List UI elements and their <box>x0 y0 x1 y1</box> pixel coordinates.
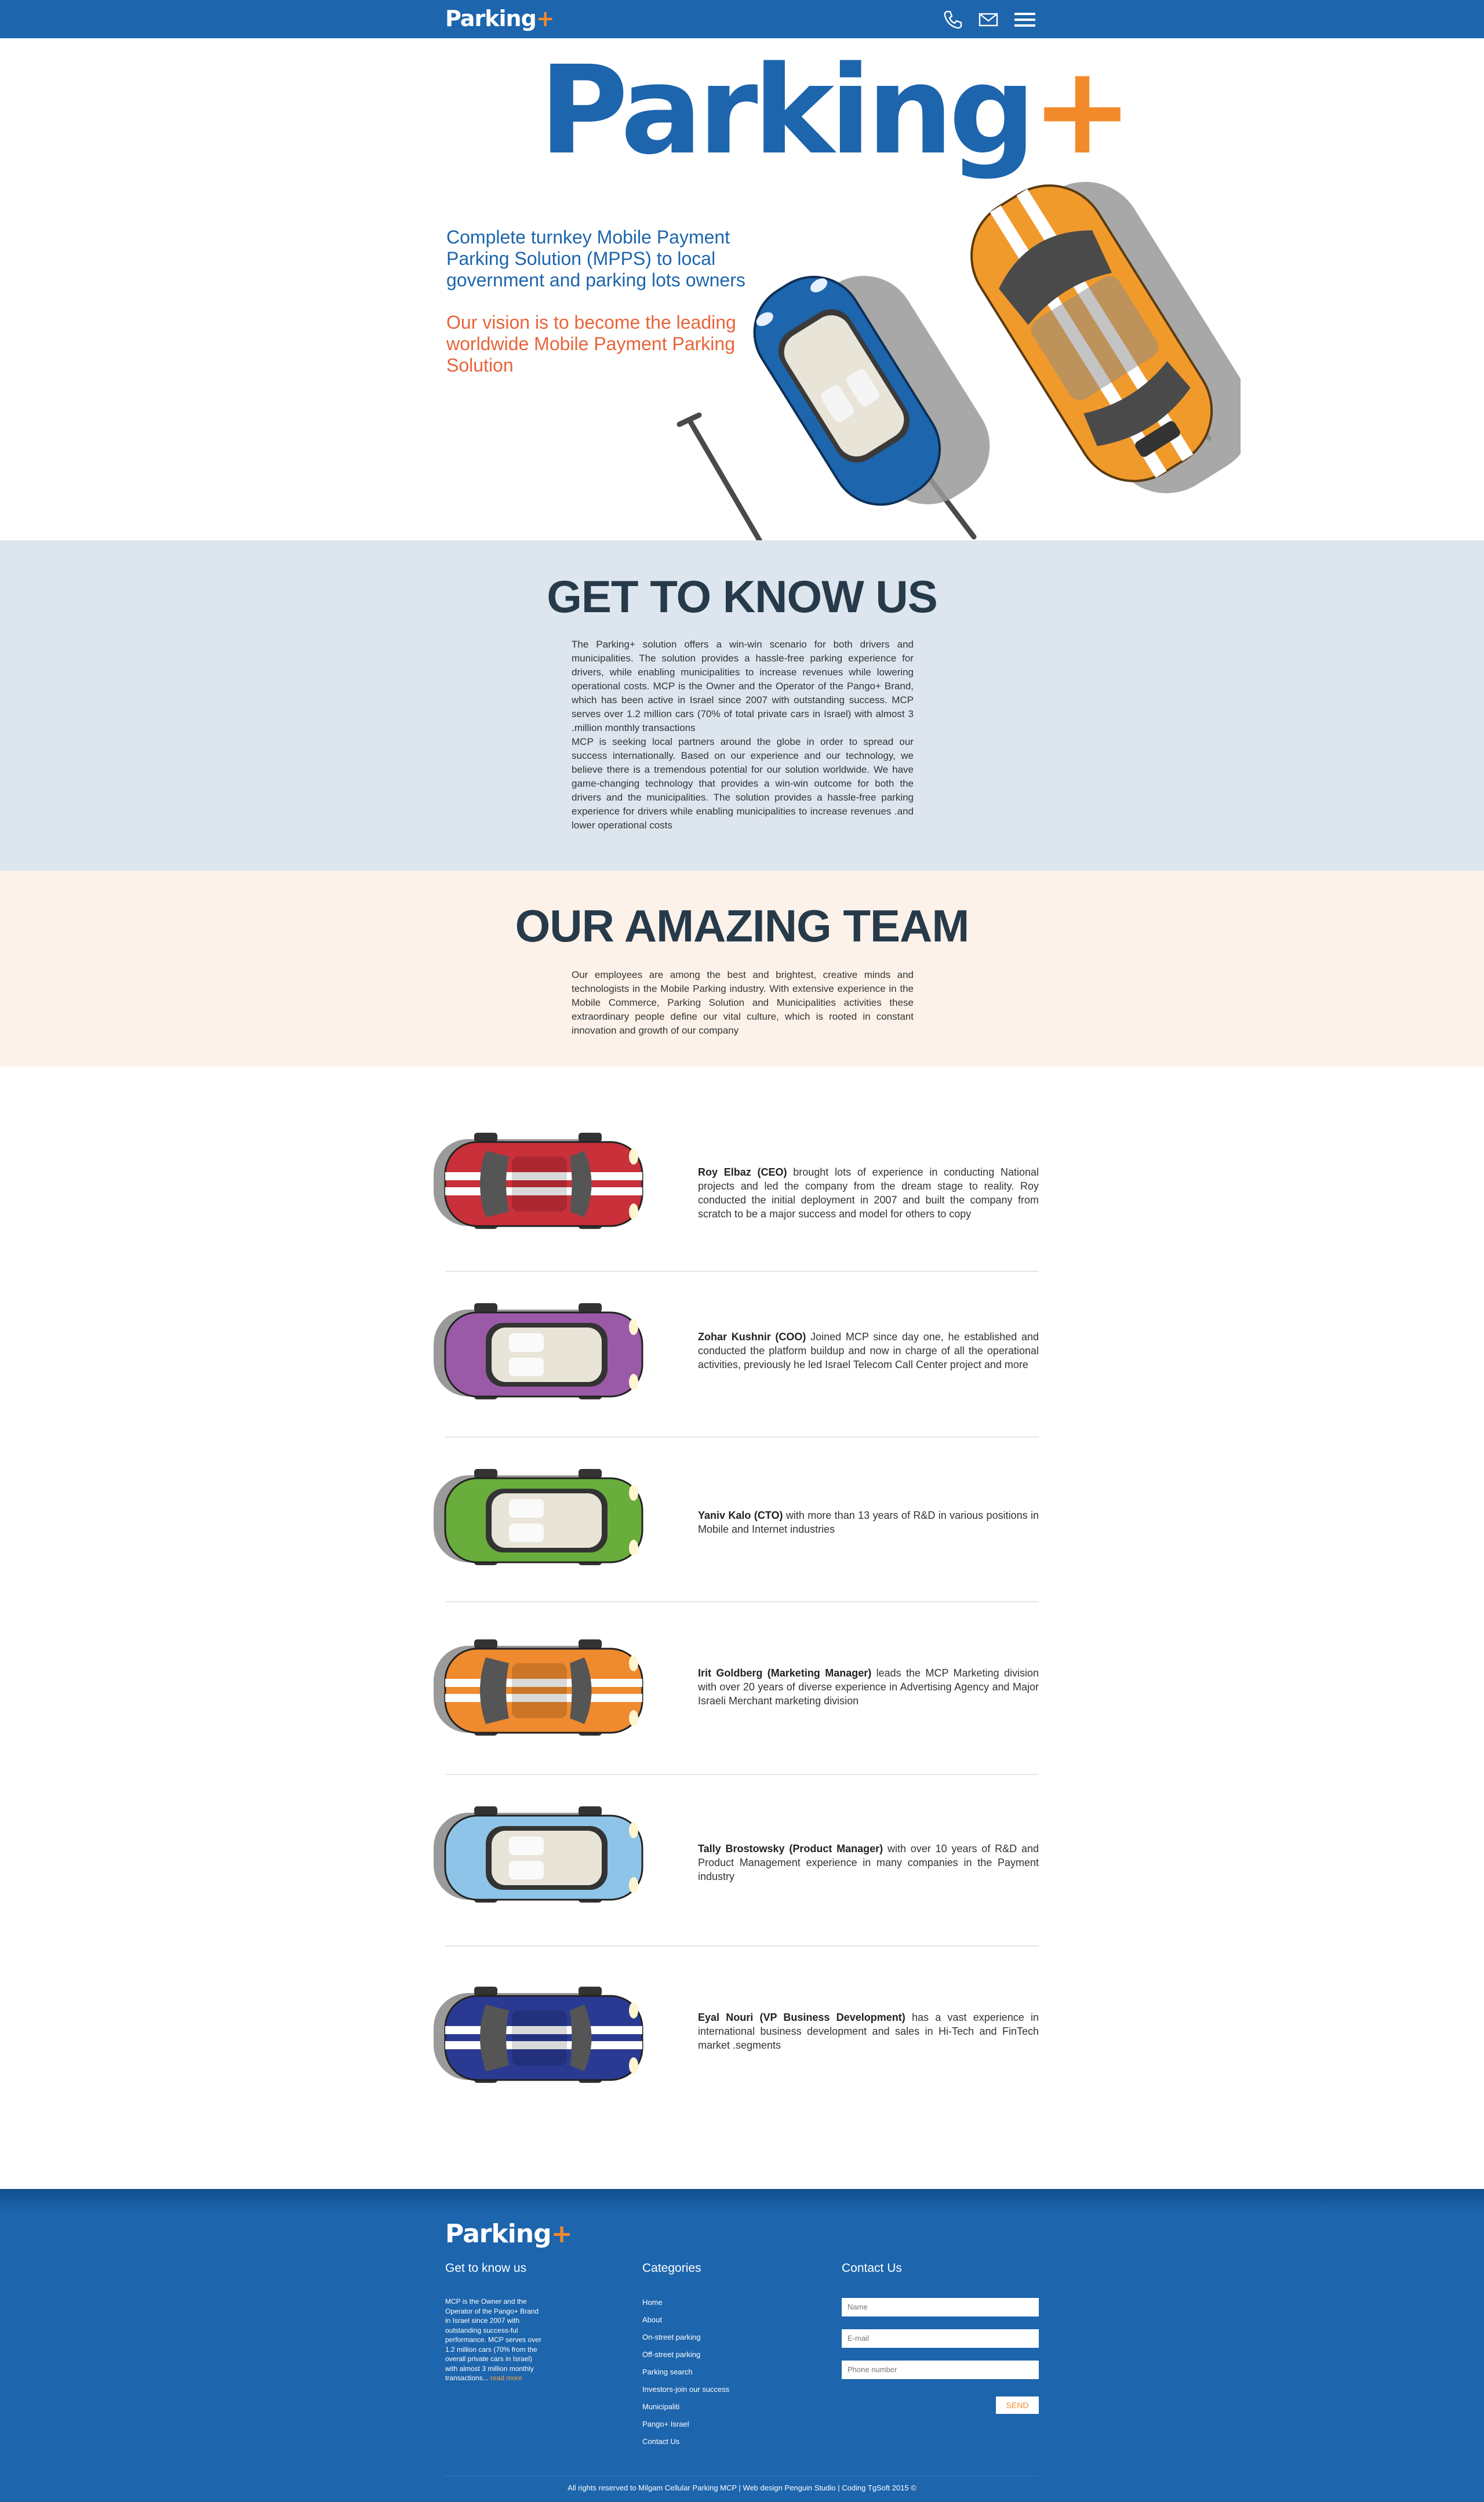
member-bio: Tally Brostowsky (Product Manager) with … <box>698 1843 1039 1882</box>
about-paragraph-2: MCP is seeking local partners around the… <box>572 736 914 831</box>
team-section: OUR AMAZING TEAM Our employees are among… <box>0 871 1484 1067</box>
member-bio: Eyal Nouri (VP Business Development) has… <box>698 2012 1039 2051</box>
team-member: Yaniv Kalo (CTO) with more than 13 years… <box>434 1438 1039 1602</box>
footer: Parking+ Get to know us MCP is the Owner… <box>0 2189 1484 2502</box>
member-bio: Zohar Kushnir (COO) Joined MCP since day… <box>698 1331 1039 1370</box>
about-text: The Parking+ solution offers a win-win s… <box>572 638 914 832</box>
member-name: Zohar Kushnir (COO) <box>698 1331 806 1343</box>
member-name: Yaniv Kalo (CTO) <box>698 1510 783 1521</box>
footer-link-municipaliti[interactable]: Municipaliti <box>642 2398 729 2416</box>
member-bio: Yaniv Kalo (CTO) with more than 13 years… <box>698 1510 1039 1535</box>
name-input[interactable] <box>842 2298 1039 2316</box>
footer-link-on-street[interactable]: On-street parking <box>642 2329 729 2346</box>
team-members: Roy Elbaz (CEO) brought lots of experien… <box>0 1067 1484 2189</box>
member-bio: Irit Goldberg (Marketing Manager) leads … <box>698 1667 1039 1707</box>
team-title: OUR AMAZING TEAM <box>515 900 970 951</box>
team-member: Irit Goldberg (Marketing Manager) leads … <box>434 1602 1039 1775</box>
footer-link-parking-search[interactable]: Parking search <box>642 2363 729 2381</box>
hero-section: Parking+ Complete turnkey Mobile Payment… <box>0 38 1484 540</box>
light-blue-car-icon <box>434 1806 643 1903</box>
footer-about-text: MCP is the Owner and the Operator of the… <box>445 2297 541 2382</box>
hero-cars-illustration <box>676 181 1241 540</box>
footer-link-investors[interactable]: Investors-join our success <box>642 2381 729 2398</box>
about-paragraph-1: The Parking+ solution offers a win-win s… <box>572 639 914 733</box>
mail-icon[interactable] <box>977 8 1000 31</box>
team-member: Zohar Kushnir (COO) Joined MCP since day… <box>434 1272 1039 1438</box>
footer-link-about[interactable]: About <box>642 2311 729 2329</box>
team-text: Our employees are among the best and bri… <box>572 969 914 1036</box>
top-bar: Parking+ <box>0 0 1484 38</box>
navy-car-icon <box>434 1987 643 2083</box>
hero-logo: Parking+ <box>539 39 1133 181</box>
email-input[interactable] <box>842 2329 1039 2348</box>
footer-contact-title: Contact Us <box>842 2261 902 2275</box>
team-member: Roy Elbaz (CEO) brought lots of experien… <box>434 1067 1039 1272</box>
about-section: GET TO KNOW US The Parking+ solution off… <box>0 540 1484 871</box>
footer-link-home[interactable]: Home <box>642 2294 729 2311</box>
header-logo[interactable]: Parking+ <box>445 6 555 31</box>
about-title: GET TO KNOW US <box>547 571 938 622</box>
member-name: Roy Elbaz (CEO) <box>698 1166 787 1178</box>
footer-categories: Home About On-street parking Off-street … <box>642 2294 729 2450</box>
footer-about-title: Get to know us <box>445 2261 527 2275</box>
purple-car-icon <box>434 1303 643 1399</box>
footer-link-off-street[interactable]: Off-street parking <box>642 2346 729 2363</box>
orange-car-icon <box>434 1639 643 1736</box>
member-name: Irit Goldberg (Marketing Manager) <box>698 1667 872 1679</box>
footer-categories-title: Categories <box>642 2261 701 2275</box>
footer-link-pango-israel[interactable]: Pango+ Israel <box>642 2416 729 2433</box>
team-member: Tally Brostowsky (Product Manager) with … <box>434 1775 1039 1947</box>
team-member: Eyal Nouri (VP Business Development) has… <box>434 1947 1039 2121</box>
member-name: Tally Brostowsky (Product Manager) <box>698 1843 883 1854</box>
green-car-icon <box>434 1469 643 1565</box>
member-name: Eyal Nouri (VP Business Development) <box>698 2012 905 2023</box>
copyright-text: All rights reserved to Milgam Cellular P… <box>568 2483 916 2492</box>
send-button[interactable]: SEND <box>996 2396 1039 2414</box>
member-bio: Roy Elbaz (CEO) brought lots of experien… <box>698 1166 1039 1220</box>
menu-icon[interactable] <box>1013 8 1036 31</box>
phone-input[interactable] <box>842 2361 1039 2379</box>
read-more-link[interactable]: read more <box>490 2374 522 2382</box>
red-car-icon <box>434 1133 643 1229</box>
footer-link-contact[interactable]: Contact Us <box>642 2433 729 2450</box>
phone-icon[interactable] <box>941 8 964 31</box>
footer-logo[interactable]: Parking+ <box>445 2219 572 2249</box>
